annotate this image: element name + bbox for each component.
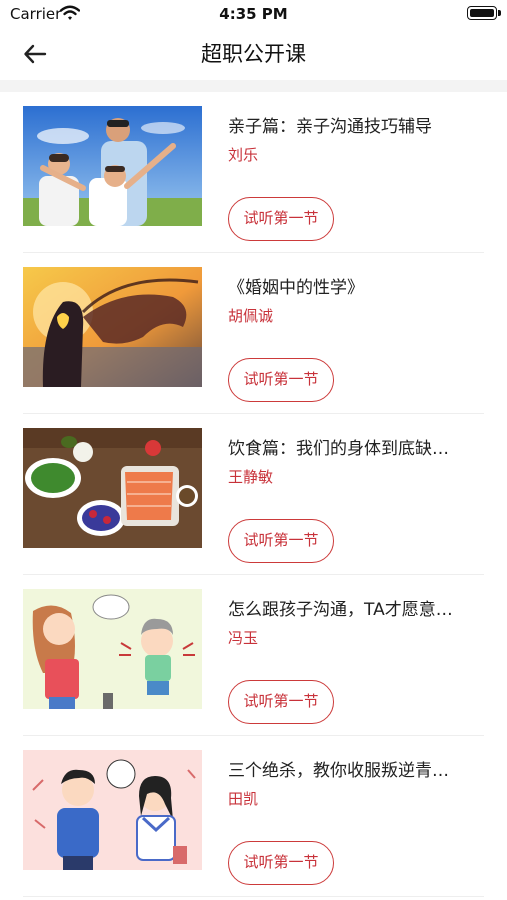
- course-item[interactable]: 饮食篇：我们的身体到底缺… 王静敏 试听第一节: [0, 414, 507, 575]
- course-thumbnail-family: [23, 106, 202, 226]
- course-item[interactable]: 怎么跟孩子沟通，TA才愿意… 冯玉 试听第一节: [0, 575, 507, 736]
- status-bar: Carrier 4:35 PM: [0, 0, 507, 28]
- course-author: 冯玉: [228, 629, 259, 647]
- trial-lesson-button[interactable]: 试听第一节: [228, 680, 334, 724]
- course-thumbnail-food: [23, 428, 202, 548]
- course-thumbnail-cartoon-teens: [23, 750, 202, 870]
- row-divider: [23, 896, 484, 897]
- trial-lesson-button[interactable]: 试听第一节: [228, 519, 334, 563]
- trial-lesson-button[interactable]: 试听第一节: [228, 197, 334, 241]
- course-author: 王静敏: [228, 468, 274, 486]
- trial-lesson-button[interactable]: 试听第一节: [228, 841, 334, 885]
- course-author: 胡佩诚: [228, 307, 274, 325]
- page-title: 超职公开课: [201, 42, 306, 66]
- header-divider: [0, 80, 507, 92]
- status-time: 4:35 PM: [219, 5, 288, 23]
- nav-bar: 超职公开课: [0, 28, 507, 80]
- trial-lesson-button[interactable]: 试听第一节: [228, 358, 334, 402]
- course-title: 三个绝杀，教你收服叛逆青…: [228, 761, 449, 781]
- course-item[interactable]: 亲子篇：亲子沟通技巧辅导 刘乐 试听第一节: [0, 92, 507, 253]
- course-author: 刘乐: [228, 146, 259, 164]
- course-item[interactable]: 三个绝杀，教你收服叛逆青… 田凯 试听第一节: [0, 736, 507, 897]
- course-title: 亲子篇：亲子沟通技巧辅导: [228, 117, 432, 137]
- course-thumbnail-cartoon-parent-child: [23, 589, 202, 709]
- course-item[interactable]: 《婚姻中的性学》 胡佩诚 试听第一节: [0, 253, 507, 414]
- course-author: 田凯: [228, 790, 259, 808]
- battery-icon: [467, 6, 501, 20]
- course-list: 亲子篇：亲子沟通技巧辅导 刘乐 试听第一节 《婚姻中的性学》 胡佩诚 试听第一节: [0, 92, 507, 897]
- course-thumbnail-couple: [23, 267, 202, 387]
- course-title: 怎么跟孩子沟通，TA才愿意…: [228, 600, 453, 620]
- course-title: 《婚姻中的性学》: [228, 278, 364, 298]
- course-title: 饮食篇：我们的身体到底缺…: [228, 439, 449, 459]
